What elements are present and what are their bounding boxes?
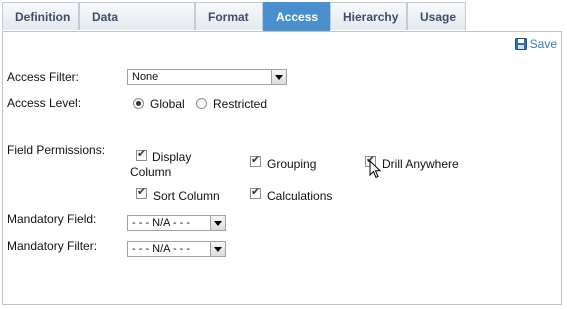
checkbox-display-column[interactable] xyxy=(136,147,147,161)
checkbox-sort-column-label: Sort Column xyxy=(153,189,220,203)
checkbox-calculations-label: Calculations xyxy=(267,189,333,203)
mandatory-field-label: Mandatory Field: xyxy=(7,212,97,226)
chevron-down-icon[interactable] xyxy=(210,242,225,256)
radio-restricted-label: Restricted xyxy=(213,97,268,111)
checkbox-drill-anywhere-label: Drill Anywhere xyxy=(382,157,459,171)
chevron-down-icon[interactable] xyxy=(271,70,286,84)
access-filter-value: None xyxy=(132,71,159,83)
mandatory-filter-select[interactable]: - - - N/A - - - xyxy=(127,241,226,257)
chevron-down-icon[interactable] xyxy=(210,216,225,230)
tab-hierarchy[interactable]: Hierarchy xyxy=(330,2,407,30)
tab-bar: Definition Data Conversion Format Access… xyxy=(2,2,466,52)
checkbox-display-column-label-1: Display xyxy=(152,150,192,164)
mandatory-filter-value: - - - N/A - - - xyxy=(132,243,191,255)
floppy-disk-icon xyxy=(514,38,527,50)
save-button[interactable]: Save xyxy=(514,37,557,51)
tab-usage[interactable]: Usage xyxy=(407,2,466,30)
mouse-pointer-icon xyxy=(369,160,382,179)
access-filter-select[interactable]: None xyxy=(127,69,287,85)
mandatory-filter-label: Mandatory Filter: xyxy=(7,239,98,253)
tab-access[interactable]: Access xyxy=(263,2,330,33)
field-permissions-label: Field Permissions: xyxy=(7,143,106,157)
checkbox-calculations[interactable] xyxy=(250,185,261,199)
access-panel: Save Access Filter: None Access Level: G… xyxy=(2,31,562,305)
checkbox-sort-column[interactable] xyxy=(136,185,147,199)
mandatory-field-value: - - - N/A - - - xyxy=(132,217,191,229)
radio-restricted[interactable] xyxy=(196,98,207,109)
tab-format[interactable]: Format xyxy=(195,2,263,30)
tab-data-conversion[interactable]: Data Conversion xyxy=(79,2,195,52)
mandatory-field-select[interactable]: - - - N/A - - - xyxy=(127,215,226,231)
access-filter-label: Access Filter: xyxy=(7,70,80,84)
radio-global[interactable] xyxy=(133,98,144,109)
checkbox-display-column-label-2: Column xyxy=(130,165,172,179)
checkbox-grouping[interactable] xyxy=(250,153,261,167)
checkbox-grouping-label: Grouping xyxy=(267,157,317,171)
access-level-label: Access Level: xyxy=(7,96,82,110)
tab-definition[interactable]: Definition xyxy=(2,2,79,30)
radio-global-label: Global xyxy=(150,97,185,111)
save-label: Save xyxy=(529,37,557,51)
